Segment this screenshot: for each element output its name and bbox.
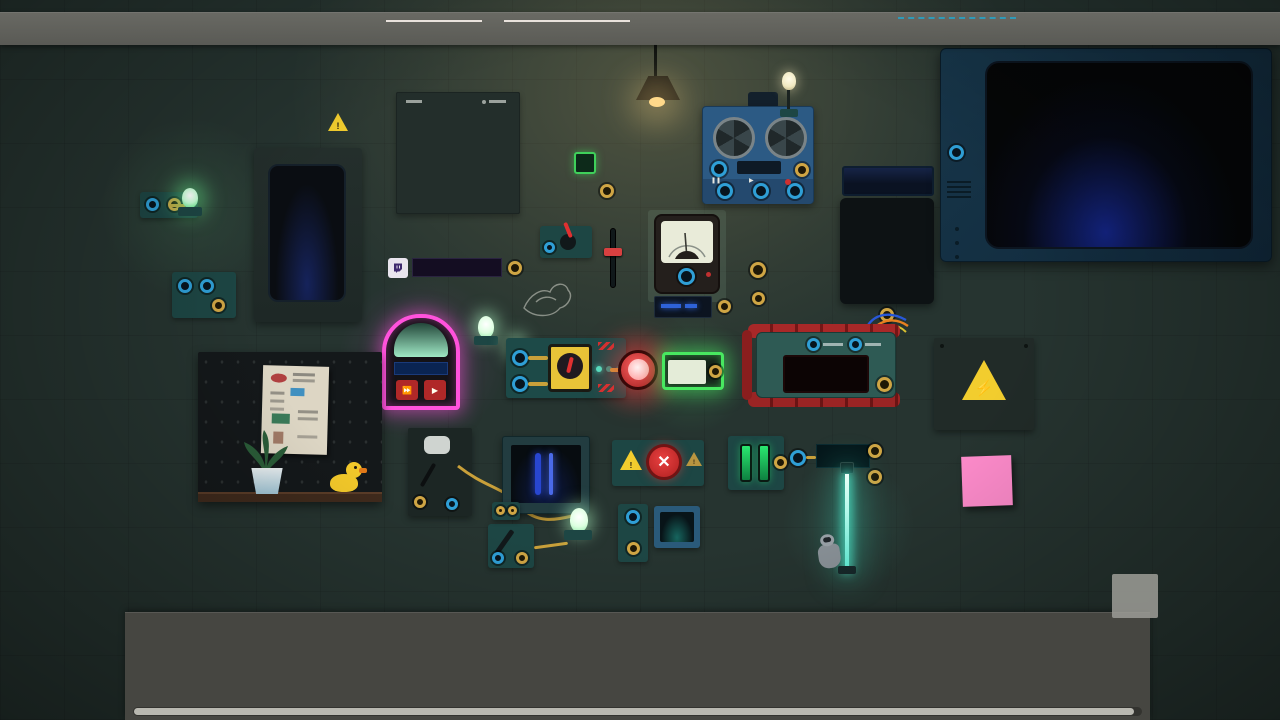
help-button[interactable] — [86, 15, 113, 42]
jukebox-dome — [394, 323, 448, 357]
wall-panel[interactable] — [396, 92, 520, 214]
bird-sketch — [523, 283, 572, 317]
x-button[interactable]: ✕ — [646, 444, 682, 480]
selection-handle[interactable] — [715, 296, 735, 316]
selection-handle[interactable] — [556, 138, 576, 158]
circuit-board[interactable] — [506, 338, 626, 398]
rubber-duck[interactable] — [330, 462, 367, 494]
panel-scrollbar-track[interactable] — [133, 707, 1142, 716]
mini-board[interactable] — [492, 502, 520, 520]
chip-gadget[interactable] — [574, 152, 596, 174]
voltmeter-face — [661, 221, 713, 263]
bomb-display — [783, 355, 869, 393]
pause-connector[interactable] — [717, 183, 733, 199]
selection-handle[interactable] — [792, 158, 812, 178]
panel-scrollbar-thumb[interactable] — [134, 708, 1134, 715]
tape-recorder[interactable]: ❚❚ ▶ — [702, 106, 814, 204]
twitch-icon — [388, 258, 408, 278]
selection-handle[interactable] — [603, 292, 623, 312]
selection-handle[interactable] — [865, 467, 885, 487]
selection-handle[interactable] — [532, 222, 552, 242]
figurine[interactable] — [810, 532, 851, 575]
wire-preview-line — [898, 17, 1016, 19]
menu-button[interactable] — [50, 15, 77, 42]
idea-bulb[interactable] — [782, 72, 796, 90]
warning-panel[interactable]: ⚡ — [934, 338, 1034, 430]
jukebox-skip-button[interactable]: ⏩ — [396, 380, 418, 400]
layout-grid-button[interactable] — [14, 15, 41, 42]
record-connector[interactable] — [787, 183, 803, 199]
mini-display[interactable] — [654, 296, 712, 318]
bomb-port-label — [865, 343, 881, 346]
selection-handle[interactable] — [748, 288, 768, 308]
selection-handle[interactable] — [770, 452, 790, 472]
x-button-gadget[interactable]: ! ✕ ! — [612, 440, 704, 486]
switch-gadget[interactable] — [548, 344, 592, 392]
led-bulb[interactable] — [478, 316, 494, 338]
selection-handle[interactable] — [742, 254, 762, 274]
pegboard — [198, 352, 382, 502]
mini-tv[interactable] — [654, 506, 700, 548]
keypad[interactable] — [840, 198, 934, 304]
lamp-glow — [649, 97, 665, 107]
parts-panel — [125, 612, 1150, 720]
undo-button[interactable] — [138, 15, 165, 42]
chat-display[interactable] — [412, 258, 502, 277]
bomb[interactable] — [742, 313, 909, 408]
slider-knob[interactable] — [604, 248, 622, 256]
lamp-cord — [654, 44, 657, 78]
tablet-screen — [268, 164, 346, 302]
warning-triangle: ⚡ — [962, 360, 1006, 400]
close-panel-button[interactable] — [1112, 574, 1158, 618]
plant-pot[interactable] — [251, 468, 283, 494]
app-window: ! ❚❚ ▶ ⏩ ▶ ⚡ ! ✕ ! — [0, 0, 1280, 720]
editor-camera-button[interactable] — [504, 16, 630, 22]
green-lamp[interactable] — [182, 188, 198, 208]
led-bulb[interactable] — [570, 508, 588, 532]
red-button[interactable] — [618, 350, 658, 390]
crt-screen[interactable] — [985, 61, 1253, 249]
tool-board[interactable] — [488, 524, 534, 568]
bomb-panel — [756, 332, 896, 398]
selection-handle[interactable] — [865, 440, 885, 460]
default-wire-label — [898, 16, 1016, 19]
click-button[interactable] — [662, 352, 724, 390]
laser-emitter[interactable] — [840, 462, 854, 474]
jukebox[interactable]: ⏩ ▶ — [382, 314, 460, 410]
jukebox-play-button[interactable]: ▶ — [424, 380, 446, 400]
slider-gadget[interactable] — [602, 226, 624, 294]
top-toolbar — [0, 12, 1280, 45]
tape-reel — [713, 117, 755, 159]
sticky-note[interactable] — [961, 455, 1013, 507]
tablet-slab[interactable] — [254, 148, 362, 322]
recenter-button[interactable] — [386, 16, 482, 22]
blue-connector[interactable] — [146, 198, 159, 211]
jukebox-display — [394, 362, 448, 375]
oscilloscope-screen — [511, 445, 581, 503]
gold-connector[interactable] — [600, 184, 614, 198]
voltmeter[interactable] — [654, 214, 720, 294]
play-connector[interactable] — [753, 183, 769, 199]
redo-button[interactable] — [174, 15, 201, 42]
crt-monitor[interactable] — [940, 48, 1272, 262]
bomb-port-label — [823, 343, 843, 346]
warning-triangle-small[interactable]: ! — [328, 113, 348, 131]
keypad-screen — [842, 166, 934, 196]
tape-reel — [765, 117, 807, 159]
selection-handle[interactable] — [224, 264, 244, 284]
